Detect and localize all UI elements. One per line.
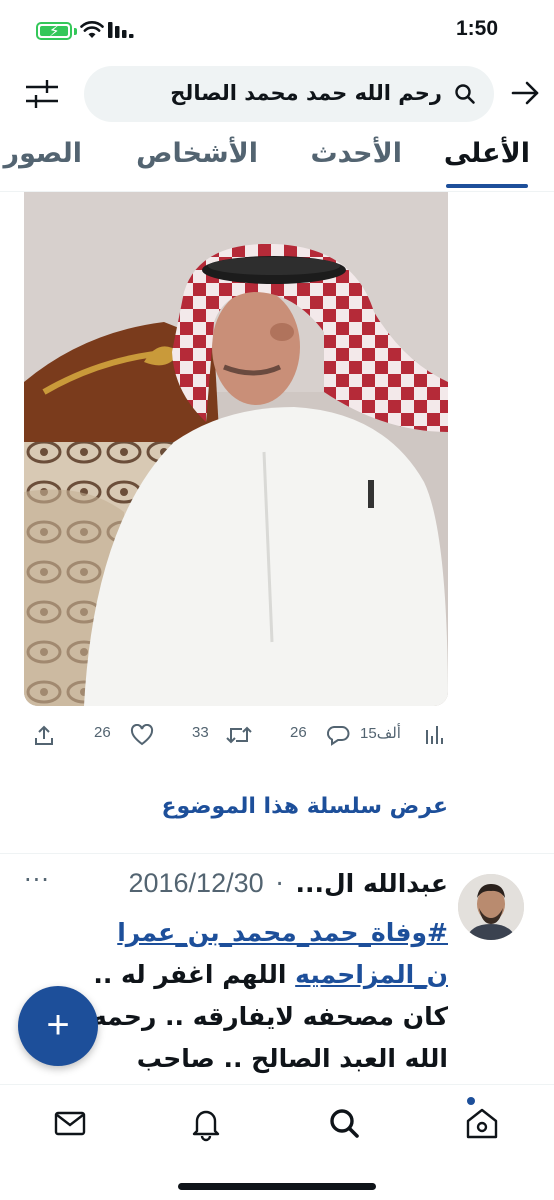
views-count: 15ألف — [360, 725, 401, 742]
tab-people[interactable]: الأشخاص — [136, 138, 258, 169]
reply-button[interactable]: 26 — [290, 724, 356, 746]
like-button[interactable]: 26 — [94, 724, 160, 746]
divider — [0, 853, 554, 854]
tab-media[interactable]: الصور — [4, 138, 82, 169]
active-tab-indicator — [446, 184, 528, 188]
home-icon[interactable] — [462, 1103, 502, 1143]
reply-count: 26 — [290, 724, 307, 741]
search-icon — [455, 84, 475, 104]
photo-elderly-man-in-shemagh — [24, 192, 448, 706]
tweet-more-button[interactable]: ··· — [24, 866, 50, 894]
hashtag-link-cont[interactable]: ن_المزاحميه — [295, 960, 448, 989]
signal-icon — [108, 22, 134, 38]
avatar[interactable] — [458, 874, 524, 940]
search-query: رحم الله حمد محمد الصالح — [170, 81, 442, 105]
search-tabs: الأعلى الأحدث الأشخاص الصور — [0, 128, 554, 192]
heart-icon — [130, 724, 154, 746]
tweet-date[interactable]: 2016/12/30 — [128, 868, 263, 898]
like-count: 26 — [94, 724, 111, 741]
home-indicator — [178, 1183, 376, 1190]
bottom-nav — [0, 1084, 554, 1200]
compose-button[interactable]: + — [18, 986, 98, 1066]
status-bar: ⚡ 1:50 — [0, 0, 554, 62]
avatar-photo — [458, 874, 524, 940]
wifi-icon — [80, 21, 104, 38]
mail-icon[interactable] — [50, 1103, 90, 1143]
tweet-header: عبدالله ال... · 2016/12/30 — [128, 868, 448, 899]
tweet-text-line2: اللهم اغفر له .. — [93, 960, 296, 989]
sliders-icon[interactable] — [22, 76, 62, 112]
hashtag-link[interactable]: #وفاة_حمد_محمد_بن_عمرا — [117, 918, 448, 947]
arrow-right-icon[interactable] — [508, 76, 542, 110]
search-header: رحم الله حمد محمد الصالح — [0, 62, 554, 128]
battery-icon: ⚡ — [36, 22, 72, 40]
show-thread-link[interactable]: عرض سلسلة هذا الموضوع — [161, 794, 448, 819]
tab-top[interactable]: الأعلى — [444, 138, 530, 169]
separator-dot: · — [275, 869, 284, 898]
views-icon — [426, 726, 443, 744]
reply-icon — [326, 726, 350, 746]
retweet-count: 33 — [192, 724, 209, 741]
retweet-icon — [226, 726, 252, 744]
tab-latest[interactable]: الأحدث — [310, 138, 402, 169]
bell-icon[interactable] — [186, 1103, 226, 1143]
plus-icon: + — [46, 1003, 70, 1047]
author-name[interactable]: عبدالله ال... — [295, 869, 448, 898]
status-time: 1:50 — [455, 17, 498, 40]
battery-cap — [74, 28, 77, 35]
tweet-action-bar: 26 33 26 15ألف — [0, 722, 554, 754]
retweet-button[interactable]: 33 — [192, 724, 258, 744]
tweet-text: #وفاة_حمد_محمد_بن_عمرا ن_المزاحميه اللهم… — [24, 912, 448, 1082]
tweet-media-image[interactable] — [24, 192, 448, 706]
search-input[interactable]: رحم الله حمد محمد الصالح — [84, 66, 494, 122]
views-button[interactable]: 15ألف — [360, 724, 444, 744]
share-icon — [35, 725, 53, 745]
search-icon[interactable] — [324, 1103, 364, 1143]
